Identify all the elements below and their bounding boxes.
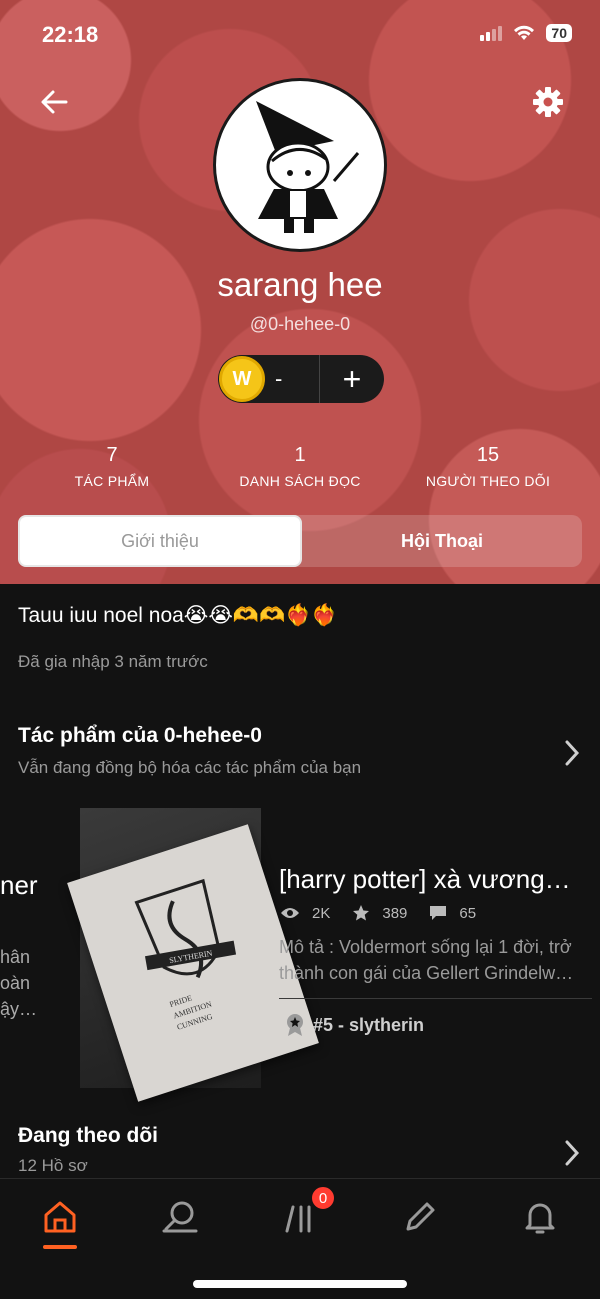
following-section-title[interactable]: Đang theo dõi [18, 1124, 158, 1148]
book-cover[interactable]: SLYTHERIN PRIDE AMBITION CUNNING [67, 808, 319, 1102]
stat-reading-lists-value: 1 [294, 444, 306, 466]
book-views: 2K [312, 904, 331, 922]
coin-balance-bar: W - + [218, 355, 384, 403]
wifi-icon [514, 25, 535, 40]
status-time: 22:18 [42, 22, 99, 47]
stat-followers-label: NGƯỜI THEO DÕI [425, 473, 551, 489]
stat-works-value: 7 [106, 444, 118, 466]
tab-conversations[interactable]: Hội Thoại [302, 515, 582, 567]
chevron-right-icon[interactable] [562, 1138, 582, 1168]
notifications-icon[interactable] [520, 1197, 560, 1237]
gear-icon[interactable] [530, 84, 566, 120]
back-arrow-icon[interactable] [36, 84, 72, 120]
stat-works[interactable]: 7 TÁC PHẨM [52, 444, 172, 489]
library-notification-badge: 0 [310, 1185, 336, 1211]
star-icon [353, 905, 370, 921]
fragment-line: hân [0, 947, 31, 967]
profile-username: sarang hee [217, 266, 383, 303]
profile-tabs: Giới thiệu Hội Thoại [18, 515, 582, 567]
profile-handle: @0-hehee-0 [249, 314, 351, 334]
book-rank[interactable]: #5 - slytherin [285, 1013, 424, 1037]
home-icon[interactable] [40, 1197, 80, 1237]
signal-icon [480, 25, 503, 41]
stat-followers-value: 15 [476, 444, 500, 466]
book-description: Mô tả : Voldermort sống lại 1 đời, trở t… [279, 937, 574, 983]
eye-icon [281, 908, 299, 918]
avatar[interactable] [213, 78, 387, 252]
stat-works-label: TÁC PHẨM [74, 473, 150, 489]
stat-reading-lists-label: DANH SÁCH ĐỌC [239, 473, 361, 489]
search-icon[interactable] [160, 1197, 200, 1237]
following-section-subtitle: 12 Hồ sơ [18, 1156, 88, 1175]
book-divider [279, 998, 592, 999]
works-section-subtitle: Vẫn đang đồng bộ hóa các tác phẩm của bạ… [18, 758, 362, 777]
ribbon-icon [287, 1014, 303, 1036]
battery-indicator: 70 [546, 24, 572, 42]
book-stats: 2K 389 65 [280, 904, 476, 922]
chevron-right-icon[interactable] [562, 738, 582, 768]
write-icon[interactable] [400, 1197, 440, 1237]
book-rank-text: #5 - slytherin [313, 1014, 425, 1035]
coin-symbol: W [232, 367, 252, 390]
book-votes: 389 [382, 904, 408, 922]
tab-about[interactable]: Giới thiệu [18, 515, 302, 567]
status-icons: 70 [480, 24, 572, 42]
fragment-line: ậy… [0, 999, 38, 1019]
comment-icon [430, 906, 447, 920]
coin-icon: W [219, 356, 265, 402]
book-comments: 65 [459, 904, 477, 922]
coin-value: - [275, 366, 283, 391]
previous-card-description-fragment: hân oàn ậy… [0, 944, 37, 1022]
book-title[interactable]: [harry potter] xà vương… [279, 864, 571, 895]
previous-card-title-fragment[interactable]: ner [0, 870, 38, 901]
active-tab-indicator [43, 1245, 77, 1249]
profile-header: 22:18 70 sarang hee @0-hehee-0 W - + 7 T… [0, 0, 600, 584]
fragment-line: oàn [0, 973, 31, 993]
stat-followers[interactable]: 15 NGƯỜI THEO DÕI [408, 444, 568, 489]
add-coins-button[interactable]: + [320, 355, 384, 403]
avatar-illustration [256, 101, 360, 233]
home-indicator[interactable] [193, 1280, 407, 1288]
profile-bio: Tauu iuu noel noa😭😭🫶🫶❤️‍🔥❤️‍🔥 [18, 604, 338, 627]
works-section-title[interactable]: Tác phẩm của 0-hehee-0 [18, 724, 262, 748]
stat-reading-lists[interactable]: 1 DANH SÁCH ĐỌC [220, 444, 380, 489]
joined-date: Đã gia nhập 3 năm trước [18, 652, 208, 671]
